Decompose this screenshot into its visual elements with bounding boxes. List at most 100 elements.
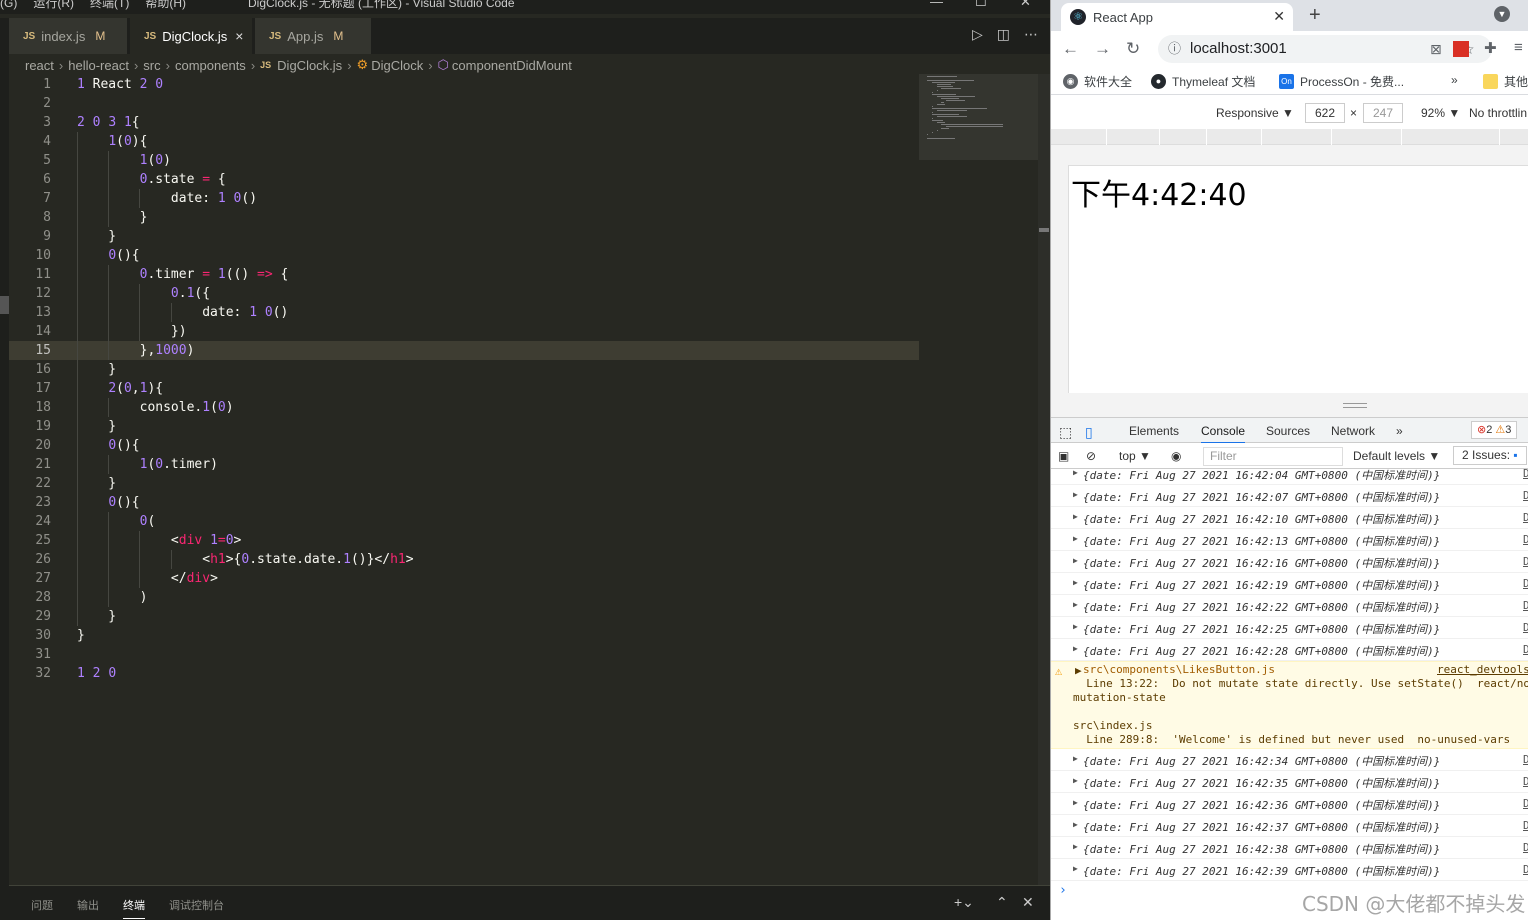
run-icon[interactable]: ▷ (972, 26, 983, 43)
tab-network[interactable]: Network (1331, 424, 1375, 438)
more-tabs-icon[interactable]: » (1396, 424, 1403, 438)
menu-item[interactable]: 终端(T) (90, 0, 129, 8)
expand-triangle-icon[interactable]: ▶ (1073, 864, 1078, 873)
console-log-row[interactable]: ▶ {date: Fri Aug 27 2021 16:42:28 GMT+080… (1051, 639, 1528, 661)
device-toggle-icon[interactable]: ▯ (1085, 424, 1093, 441)
code-line[interactable]: 20 0(){ (9, 436, 919, 455)
context-select[interactable]: top ▼ (1119, 449, 1151, 463)
more-actions-icon[interactable]: ⋯ (1024, 26, 1038, 43)
code-line[interactable]: 21 1(0.timer) (9, 455, 919, 474)
menu-item[interactable]: 帮助(H) (145, 0, 186, 8)
source-link[interactable]: D (1523, 555, 1528, 568)
log-levels-select[interactable]: Default levels ▼ (1353, 449, 1440, 463)
code-line[interactable]: 1 1 React 2 0 (9, 75, 919, 94)
resize-handle[interactable] (1343, 403, 1367, 408)
media-query-ruler[interactable] (1051, 129, 1528, 145)
expand-triangle-icon[interactable]: ▶ (1073, 622, 1078, 631)
maximize-panel-icon[interactable]: ⌃ (996, 894, 1008, 911)
source-link[interactable]: D (1523, 643, 1528, 656)
breadcrumb-item[interactable]: hello-react (68, 58, 129, 73)
tri-icon[interactable]: ▶ (1075, 664, 1082, 677)
code-line[interactable]: 12 0.1({ (9, 284, 919, 303)
expand-triangle-icon[interactable]: ▶ (1073, 798, 1078, 807)
console-log-row[interactable]: ▶ {date: Fri Aug 27 2021 16:42:38 GMT+080… (1051, 837, 1528, 859)
code-line[interactable]: 17 2(0,1){ (9, 379, 919, 398)
expand-triangle-icon[interactable]: ▶ (1073, 578, 1078, 587)
site-info-icon[interactable]: ⓘ (1168, 35, 1181, 63)
code-line[interactable]: 14 }) (9, 322, 919, 341)
eye-icon[interactable]: ◉ (1171, 449, 1181, 463)
console-log-row[interactable]: ▶ {date: Fri Aug 27 2021 16:42:19 GMT+080… (1051, 573, 1528, 595)
zoom-select[interactable]: 92% ▼ (1421, 106, 1460, 120)
console-log-row[interactable]: ▶ {date: Fri Aug 27 2021 16:42:35 GMT+080… (1051, 771, 1528, 793)
expand-triangle-icon[interactable]: ▶ (1073, 512, 1078, 521)
console-log-row[interactable]: ▶ {date: Fri Aug 27 2021 16:42:07 GMT+080… (1051, 485, 1528, 507)
code-line[interactable]: 30} (9, 626, 919, 645)
close-tab-icon[interactable]: × (235, 28, 243, 44)
console-log-row[interactable]: ▶ {date: Fri Aug 27 2021 16:42:04 GMT+080… (1051, 463, 1528, 485)
expand-triangle-icon[interactable]: ▶ (1073, 600, 1078, 609)
console-log-row[interactable]: ▶ {date: Fri Aug 27 2021 16:42:10 GMT+080… (1051, 507, 1528, 529)
error-warning-counter[interactable]: ⊗2 ⚠3 (1471, 421, 1517, 439)
source-link[interactable]: D (1523, 467, 1528, 480)
reload-icon[interactable]: ↻ (1126, 39, 1140, 59)
editor-scrollbar[interactable] (1038, 74, 1050, 885)
close-icon[interactable]: ✕ (1020, 0, 1031, 7)
bookmark-folder[interactable]: 其他 (1483, 73, 1528, 90)
code-line[interactable]: 15 },1000) (9, 341, 919, 360)
back-icon[interactable]: ← (1062, 39, 1079, 59)
tab-problems[interactable]: 问题 (31, 897, 53, 913)
console-log-row[interactable]: ▶ {date: Fri Aug 27 2021 16:42:16 GMT+080… (1051, 551, 1528, 573)
source-link[interactable]: D (1523, 533, 1528, 546)
new-tab-icon[interactable]: + (1309, 4, 1321, 27)
breadcrumb-item[interactable]: DigClock.js (277, 58, 342, 73)
warning-file[interactable]: src\components\LikesButton.js (1083, 663, 1275, 676)
breadcrumb-item[interactable]: DigClock (371, 58, 423, 73)
console-output[interactable]: ⚠ ▶ src\components\LikesButton.js react_… (1051, 469, 1528, 920)
console-log-row[interactable]: ▶ {date: Fri Aug 27 2021 16:42:34 GMT+080… (1051, 749, 1528, 771)
bookmark-item[interactable]: ● Thymeleaf 文档 (1151, 73, 1255, 90)
code-line[interactable]: 26 <h1>{0.state.date.1()}</h1> (9, 550, 919, 569)
close-panel-icon[interactable]: ✕ (1022, 894, 1034, 911)
translate-icon[interactable]: ⊠ (1430, 35, 1442, 63)
source-link[interactable]: D (1523, 819, 1528, 832)
console-log-row[interactable]: ▶ {date: Fri Aug 27 2021 16:42:13 GMT+080… (1051, 529, 1528, 551)
code-line[interactable]: 32 1 2 0 (9, 664, 919, 683)
tab-search-icon[interactable]: ▼ (1494, 6, 1510, 22)
browser-tab[interactable]: ⚛ React App ✕ (1061, 3, 1293, 31)
code-line[interactable]: 6 0.state = { (9, 170, 919, 189)
bookmark-item[interactable]: On ProcessOn - 免费... (1279, 73, 1404, 90)
code-line[interactable]: 24 0( (9, 512, 919, 531)
menu-item[interactable]: 运行(R) (33, 0, 74, 8)
tab-digclock-js[interactable]: JS DigClock.js × (130, 18, 252, 54)
warning-source-link[interactable]: react_devtools (1437, 663, 1528, 676)
code-line[interactable]: 18 console.1(0) (9, 398, 919, 417)
breadcrumb-item[interactable]: src (143, 58, 160, 73)
menu-icon[interactable]: ≡ (1514, 39, 1523, 56)
source-link[interactable]: D (1523, 621, 1528, 634)
code-line[interactable]: 29 } (9, 607, 919, 626)
expand-triangle-icon[interactable]: ▶ (1073, 490, 1078, 499)
source-link[interactable]: D (1523, 577, 1528, 590)
source-link[interactable]: D (1523, 775, 1528, 788)
device-mode-select[interactable]: Responsive ▼ (1216, 106, 1294, 120)
code-line[interactable]: 11 0.timer = 1(() => { (9, 265, 919, 284)
source-link[interactable]: D (1523, 841, 1528, 854)
extensions-puzzle-icon[interactable]: ✚ (1484, 39, 1497, 57)
code-line[interactable]: 23 0(){ (9, 493, 919, 512)
code-line[interactable]: 31 (9, 645, 919, 664)
code-line[interactable]: 2 (9, 94, 919, 113)
code-line[interactable]: 25 <div 1=0> (9, 531, 919, 550)
code-line[interactable]: 5 1(0) (9, 151, 919, 170)
code-line[interactable]: 10 0(){ (9, 246, 919, 265)
split-editor-icon[interactable]: ◫ (997, 26, 1010, 43)
close-tab-icon[interactable]: ✕ (1273, 8, 1285, 25)
console-log-row[interactable]: ▶ {date: Fri Aug 27 2021 16:42:37 GMT+080… (1051, 815, 1528, 837)
code-line[interactable]: 27 </div> (9, 569, 919, 588)
tab-index-js[interactable]: JS index.js M (9, 18, 127, 54)
maximize-icon[interactable]: ☐ (975, 0, 987, 7)
minimize-icon[interactable]: — (930, 0, 943, 7)
code-line[interactable]: 16 } (9, 360, 919, 379)
expand-triangle-icon[interactable]: ▶ (1073, 468, 1078, 477)
source-link[interactable]: D (1523, 511, 1528, 524)
